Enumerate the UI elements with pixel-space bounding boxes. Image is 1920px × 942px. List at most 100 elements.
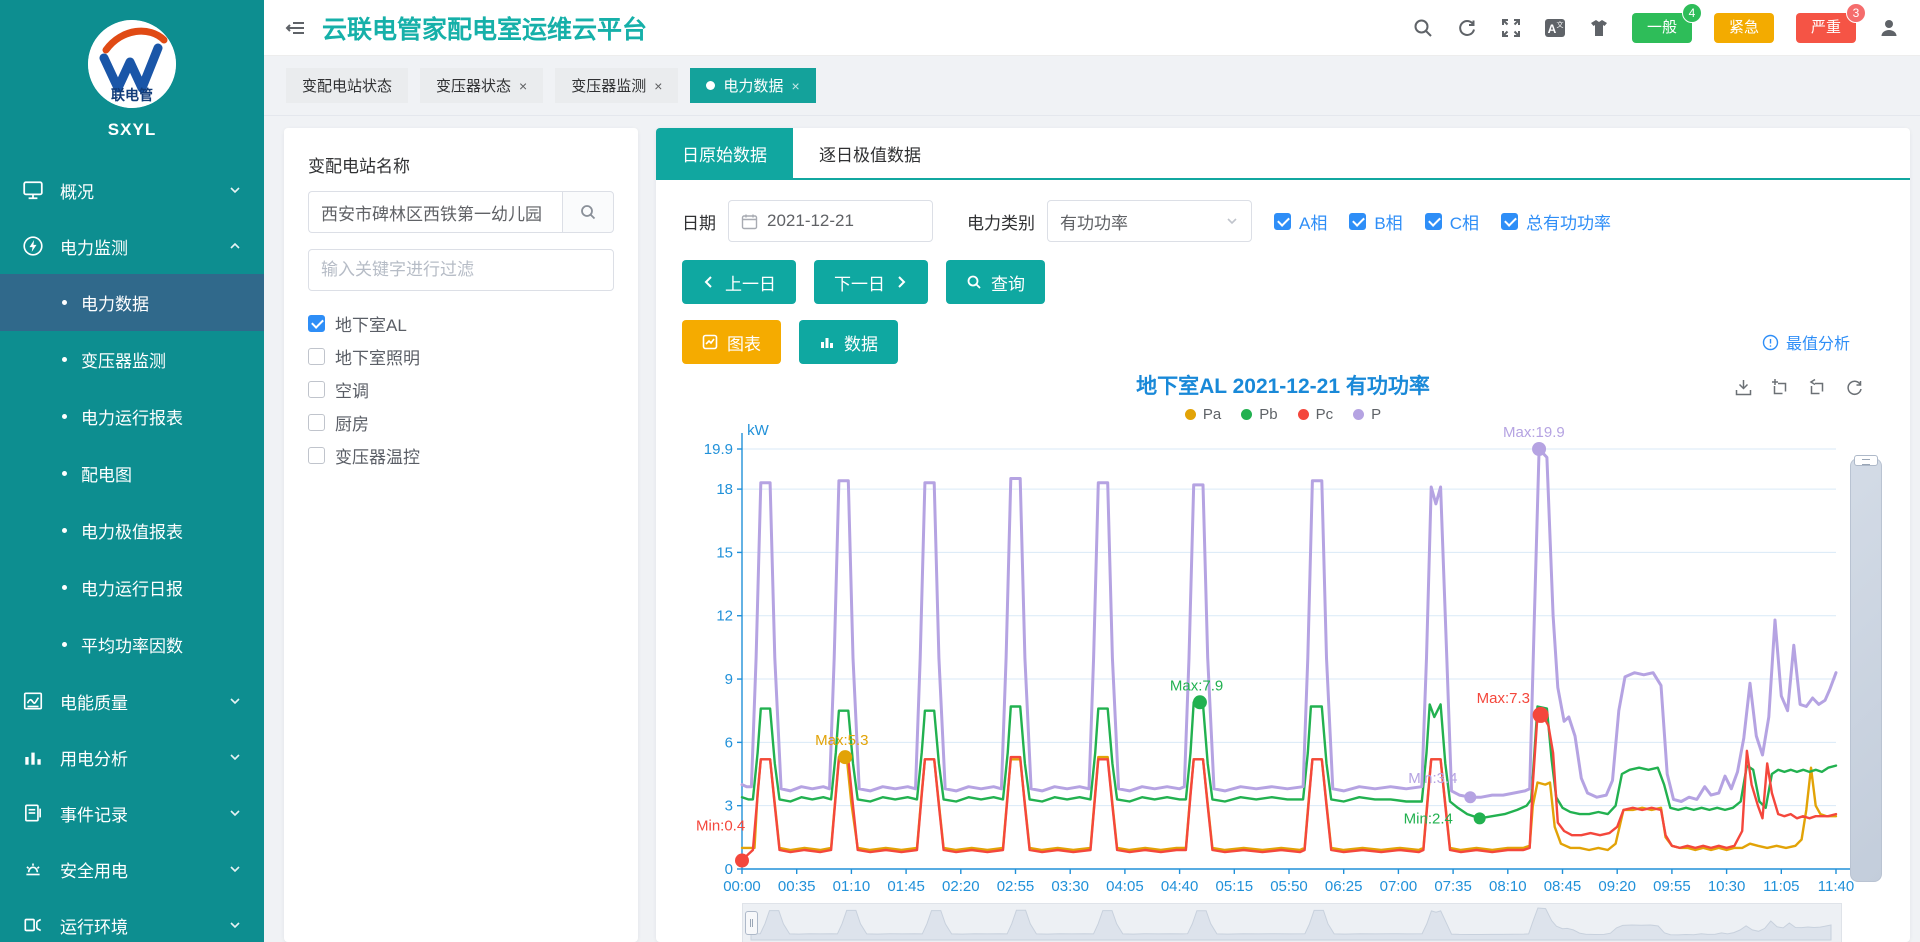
sidebar-item-distribution-diagram[interactable]: 配电图	[0, 445, 264, 502]
close-icon[interactable]: ×	[654, 78, 662, 94]
keyword-filter-input[interactable]	[308, 249, 614, 291]
alarm-severe-button[interactable]: 严重 3	[1796, 13, 1856, 43]
tab-daily-extreme-data[interactable]: 逐日极值数据	[793, 128, 947, 178]
tab-label: 变配电站状态	[302, 75, 392, 96]
sidebar-item-label: 事件记录	[60, 801, 128, 826]
tab-label: 电力数据	[723, 75, 783, 96]
power-data-panel: 日原始数据 逐日极值数据 日期 2021-12-21 电力类别 有功功	[656, 128, 1910, 942]
sidebar-subitem-label: 变压器监测	[81, 347, 166, 372]
chart-view-button[interactable]: 图表	[682, 320, 781, 364]
tree-item-basement-al[interactable]: 地下室AL	[308, 307, 614, 340]
close-icon[interactable]: ×	[791, 78, 799, 94]
checkbox-checked-icon[interactable]	[308, 315, 325, 332]
alarm-normal-button[interactable]: 一般 4	[1632, 13, 1692, 43]
svg-text:6: 6	[725, 734, 733, 751]
org-name: SXYL	[0, 120, 264, 140]
checkbox-icon[interactable]	[308, 381, 325, 398]
chevron-down-icon	[228, 806, 242, 820]
tab-label: 逐日极值数据	[819, 141, 921, 166]
datazoom-handle[interactable]	[1854, 455, 1878, 466]
chart-legend: Pa Pb Pc P	[656, 406, 1910, 423]
tree-item-hvac[interactable]: 空调	[308, 373, 614, 406]
fullscreen-icon[interactable]	[1500, 17, 1522, 39]
query-button[interactable]: 查询	[946, 260, 1045, 304]
sidebar-item-safety[interactable]: 安全用电	[0, 841, 264, 897]
legend-item-pc[interactable]: Pc	[1298, 406, 1334, 423]
sidebar-subitem-label: 配电图	[81, 461, 132, 486]
next-day-button[interactable]: 下一日	[814, 260, 928, 304]
language-icon[interactable]: A文	[1544, 17, 1566, 39]
sidebar-item-environment[interactable]: 运行环境	[0, 897, 264, 942]
sidebar-item-power-report[interactable]: 电力运行报表	[0, 388, 264, 445]
checkbox-icon[interactable]	[308, 447, 325, 464]
svg-text:03:30: 03:30	[1051, 878, 1089, 895]
power-type-select[interactable]: 有功功率	[1047, 200, 1252, 242]
close-icon[interactable]: ×	[519, 78, 527, 94]
bullet-icon	[62, 585, 67, 590]
sidebar-item-power-data[interactable]: 电力数据	[0, 274, 264, 331]
restore-icon[interactable]	[1845, 378, 1864, 397]
tree-item-label: 地下室AL	[335, 311, 407, 336]
tab-power-data[interactable]: 电力数据 ×	[690, 68, 815, 103]
tree-item-basement-lighting[interactable]: 地下室照明	[308, 340, 614, 373]
nav-button-row: 上一日 下一日 查询	[656, 242, 1910, 304]
alarm-urgent-button[interactable]: 紧急	[1714, 13, 1774, 43]
date-picker[interactable]: 2021-12-21	[728, 200, 933, 242]
device-icon	[22, 914, 44, 936]
sidebar-item-extreme-report[interactable]: 电力极值报表	[0, 502, 264, 559]
legend-item-pa[interactable]: Pa	[1185, 406, 1221, 423]
sidebar-subitem-label: 平均功率因数	[81, 632, 183, 657]
theme-icon[interactable]	[1588, 17, 1610, 39]
power-circle-icon	[22, 235, 44, 257]
data-view-button[interactable]: 数据	[799, 320, 898, 364]
tree-item-label: 厨房	[335, 410, 369, 435]
datazoom-handle[interactable]	[745, 911, 758, 935]
power-type-label: 电力类别	[967, 209, 1035, 234]
collapse-menu-icon[interactable]	[284, 17, 306, 39]
search-icon[interactable]	[1412, 17, 1434, 39]
legend-dot-pc	[1298, 409, 1309, 420]
tab-substation-status[interactable]: 变配电站状态	[286, 68, 408, 103]
sidebar-item-usage-analysis[interactable]: 用电分析	[0, 729, 264, 785]
sidebar-item-power-quality[interactable]: 电能质量	[0, 673, 264, 729]
phase-a-checkbox[interactable]: A相	[1274, 209, 1327, 234]
bar-chart-icon	[22, 746, 44, 768]
prev-day-button[interactable]: 上一日	[682, 260, 796, 304]
chart-title: 地下室AL 2021-12-21 有功功率	[656, 370, 1910, 400]
phase-c-checkbox[interactable]: C相	[1425, 209, 1479, 234]
checkbox-icon[interactable]	[308, 348, 325, 365]
alarm-light-icon	[22, 858, 44, 880]
extreme-analysis-link[interactable]: 最值分析	[1762, 330, 1850, 354]
power-line-chart[interactable]: kW036912151819.900:0000:3501:1001:4502:2…	[684, 423, 1874, 901]
tab-transformer-status[interactable]: 变压器状态 ×	[420, 68, 543, 103]
sidebar-item-daily-report[interactable]: 电力运行日报	[0, 559, 264, 616]
total-power-label: 总有功功率	[1526, 209, 1611, 234]
sidebar-item-event-log[interactable]: 事件记录	[0, 785, 264, 841]
vertical-datazoom-slider[interactable]	[1850, 458, 1882, 882]
tree-item-kitchen[interactable]: 厨房	[308, 406, 614, 439]
sidebar-item-avg-power-factor[interactable]: 平均功率因数	[0, 616, 264, 673]
horizontal-datazoom-slider[interactable]	[742, 903, 1842, 942]
zoom-reset-icon[interactable]	[1808, 378, 1827, 397]
refresh-icon[interactable]	[1456, 17, 1478, 39]
save-image-icon[interactable]	[1734, 378, 1753, 397]
legend-dot-p	[1353, 409, 1364, 420]
legend-item-pb[interactable]: Pb	[1241, 406, 1277, 423]
svg-text:08:10: 08:10	[1489, 878, 1527, 895]
user-avatar-icon[interactable]	[1878, 17, 1900, 39]
tree-item-transformer-temp[interactable]: 变压器温控	[308, 439, 614, 472]
checkbox-icon[interactable]	[308, 414, 325, 431]
station-search-input[interactable]	[308, 191, 562, 233]
tab-transformer-monitoring[interactable]: 变压器监测 ×	[555, 68, 678, 103]
legend-item-p[interactable]: P	[1353, 406, 1381, 423]
data-view-label: 数据	[844, 330, 878, 355]
zoom-select-icon[interactable]	[1771, 378, 1790, 397]
sidebar-item-power-monitoring[interactable]: 电力监测	[0, 218, 264, 274]
phase-b-checkbox[interactable]: B相	[1349, 209, 1402, 234]
app-root: 联电管 SXYL 概况 电力监测 电力数据 变压器监测	[0, 0, 1920, 942]
sidebar-item-transformer-monitoring[interactable]: 变压器监测	[0, 331, 264, 388]
sidebar-item-overview[interactable]: 概况	[0, 162, 264, 218]
tab-daily-raw-data[interactable]: 日原始数据	[656, 128, 793, 178]
total-power-checkbox[interactable]: 总有功功率	[1501, 209, 1611, 234]
station-search-button[interactable]	[562, 191, 614, 233]
